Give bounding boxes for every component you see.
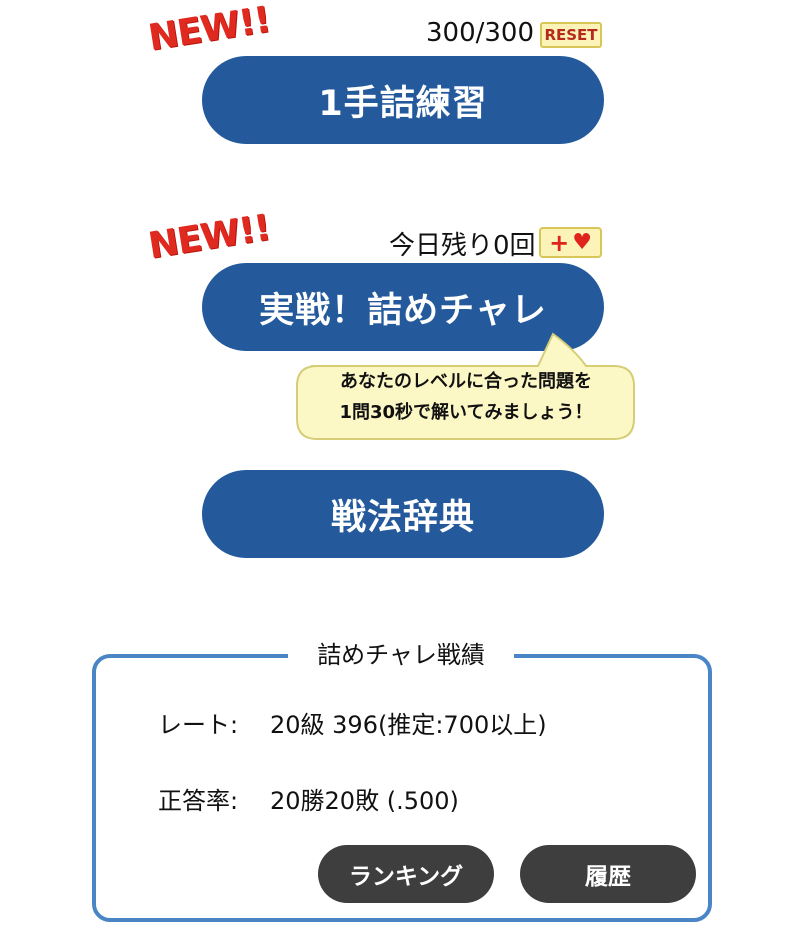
history-button[interactable]: 履歴 — [520, 845, 696, 903]
dictionary-button[interactable]: 戦法辞典 — [202, 470, 604, 558]
accuracy-value: 20勝20敗 (.500) — [270, 787, 459, 815]
new-badge-challenge: NEW!! — [145, 207, 273, 267]
practice-counter: 300/300 — [426, 18, 535, 48]
menu-page: NEW!! 300/300 RESET 1手詰練習 NEW!! 今日残り0回 +… — [0, 0, 800, 945]
ranking-button[interactable]: ランキング — [318, 845, 494, 903]
rate-label: レート: — [158, 711, 239, 739]
accuracy-label: 正答率: — [158, 787, 239, 815]
add-heart-button[interactable]: + ♥ — [539, 227, 602, 258]
plus-icon: + — [549, 228, 570, 257]
practice-button[interactable]: 1手詰練習 — [202, 56, 604, 144]
challenge-remaining: 今日残り0回 — [389, 231, 536, 261]
record-title: 詰めチャレ戦績 — [288, 635, 514, 675]
reset-button[interactable]: RESET — [540, 22, 602, 48]
tooltip-text: あなたのレベルに合った問題を 1問30秒で解いてみましょう！ — [298, 366, 634, 428]
tooltip-line-2: 1問30秒で解いてみましょう！ — [339, 402, 593, 423]
new-badge-practice: NEW!! — [145, 0, 273, 60]
challenge-button[interactable]: 実戦！詰めチャレ — [202, 263, 604, 351]
heart-icon: ♥ — [572, 229, 592, 255]
tooltip-line-1: あなたのレベルに合った問題を — [340, 371, 592, 392]
rate-value: 20級 396(推定:700以上) — [270, 711, 547, 739]
